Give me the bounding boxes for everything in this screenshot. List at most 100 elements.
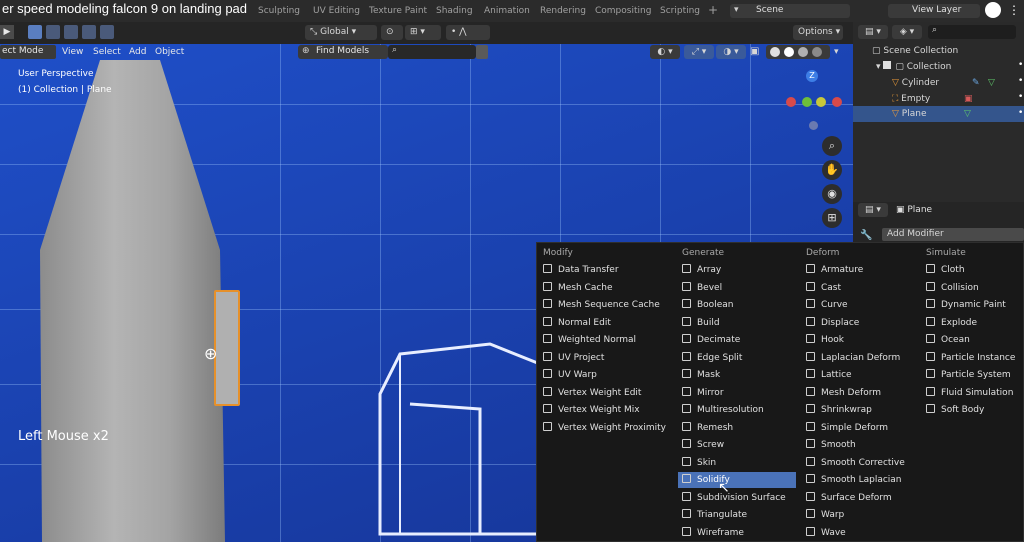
tab-texture-paint[interactable]: Texture Paint [369, 6, 427, 16]
modifier-particle-system[interactable]: Particle System [922, 367, 1018, 383]
tab-shading[interactable]: Shading [436, 6, 473, 16]
modifier-subdivision-surface[interactable]: Subdivision Surface [678, 490, 796, 506]
select-tool-icon[interactable]: ▶ [0, 25, 14, 39]
pivot-dropdown[interactable]: ⊙ [381, 25, 403, 40]
modifier-warp[interactable]: Warp [802, 507, 918, 523]
tab-uv-editing[interactable]: UV Editing [313, 6, 360, 16]
modifier-cast[interactable]: Cast [802, 280, 918, 296]
overlay-toggle[interactable]: ◑ ▾ [716, 45, 746, 59]
modifier-laplacian-deform[interactable]: Laplacian Deform [802, 350, 918, 366]
plane-fin-selected[interactable] [214, 290, 240, 406]
select-invert-icon[interactable] [82, 25, 96, 39]
outliner-editor-type[interactable]: ▤ ▾ [858, 25, 888, 39]
modifier-smooth-corrective[interactable]: Smooth Corrective [802, 455, 918, 471]
xray-toggle[interactable]: ▣ [750, 45, 762, 59]
modifier-smooth[interactable]: Smooth [802, 437, 918, 453]
gizmo-neg-z-axis[interactable] [809, 121, 818, 130]
tab-rendering[interactable]: Rendering [540, 6, 586, 16]
modifier-weighted-normal[interactable]: Weighted Normal [539, 332, 671, 348]
mode-dropdown[interactable]: ect Mode [0, 45, 56, 59]
gizmo-z-axis[interactable]: Z [806, 70, 818, 82]
modifier-triangulate[interactable]: Triangulate [678, 507, 796, 523]
select-box-icon[interactable] [28, 25, 42, 39]
modifier-uv-project[interactable]: UV Project [539, 350, 671, 366]
modifier-remesh[interactable]: Remesh [678, 420, 796, 436]
visibility-eye-icon[interactable]: • [1018, 60, 1023, 70]
modifier-screw[interactable]: Screw [678, 437, 796, 453]
modifier-shrinkwrap[interactable]: Shrinkwrap [802, 402, 918, 418]
modifier-displace[interactable]: Displace [802, 315, 918, 331]
modifier-mask[interactable]: Mask [678, 367, 796, 383]
modifier-normal-edit[interactable]: Normal Edit [539, 315, 671, 331]
modifier-multiresolution[interactable]: Multiresolution [678, 402, 796, 418]
visibility-toggle[interactable]: ◐ ▾ [650, 45, 680, 59]
visibility-eye-icon[interactable]: • [1018, 108, 1023, 118]
modifier-fluid-simulation[interactable]: Fluid Simulation [922, 385, 1018, 401]
gizmo-x-axis[interactable] [786, 97, 796, 107]
camera-icon[interactable]: ◉ [822, 184, 842, 204]
modifier-particle-instance[interactable]: Particle Instance [922, 350, 1018, 366]
outliner-item-plane[interactable]: ▽ Plane ▽ [892, 107, 971, 121]
shading-wireframe-icon[interactable] [770, 47, 780, 57]
tab-scripting[interactable]: Scripting [660, 6, 700, 16]
shading-options-dropdown[interactable]: ▾ [834, 45, 848, 59]
gizmo-toggle[interactable]: ⤢ ▾ [684, 45, 714, 59]
modifier-vertex-weight-mix[interactable]: Vertex Weight Mix [539, 402, 671, 418]
properties-editor-type[interactable]: ▤ ▾ [858, 203, 888, 217]
modifier-build[interactable]: Build [678, 315, 796, 331]
modifier-tab-wrench-icon[interactable]: 🔧 [860, 230, 872, 241]
modifier-lattice[interactable]: Lattice [802, 367, 918, 383]
snap-toggle[interactable]: ⊞ ▾ [405, 25, 441, 40]
modifier-cloth[interactable]: Cloth [922, 262, 1018, 278]
modifier-data-transfer[interactable]: Data Transfer [539, 262, 671, 278]
modifier-soft-body[interactable]: Soft Body [922, 402, 1018, 418]
modifier-array[interactable]: Array [678, 262, 796, 278]
shading-mode-group[interactable] [766, 45, 830, 59]
gizmo-neg-x-axis[interactable] [832, 97, 842, 107]
checkbox-icon[interactable] [883, 61, 892, 69]
options-dropdown[interactable]: Options ▾ [793, 25, 843, 40]
modifier-mirror[interactable]: Mirror [678, 385, 796, 401]
select-subtract-icon[interactable] [64, 25, 78, 39]
menu-select[interactable]: Select [90, 46, 124, 59]
modifier-mesh-deform[interactable]: Mesh Deform [802, 385, 918, 401]
outliner-search-input[interactable]: ⌕ [928, 25, 1016, 39]
select-extend-icon[interactable] [46, 25, 60, 39]
modifier-simple-deform[interactable]: Simple Deform [802, 420, 918, 436]
modifier-vertex-weight-edit[interactable]: Vertex Weight Edit [539, 385, 671, 401]
modifier-explode[interactable]: Explode [922, 315, 1018, 331]
modifier-wireframe[interactable]: Wireframe [678, 525, 796, 541]
select-intersect-icon[interactable] [100, 25, 114, 39]
gizmo-center[interactable] [816, 97, 826, 107]
shading-solid-icon[interactable] [784, 47, 794, 57]
modifier-wave[interactable]: Wave [802, 525, 918, 541]
more-icon[interactable]: ⋮ [1008, 2, 1022, 18]
search-expand-button[interactable] [476, 45, 488, 59]
outliner-item-empty[interactable]: ⛶ Empty ▣ [892, 92, 973, 106]
transform-orientation-dropdown[interactable]: ⤡ Global ▾ [305, 25, 377, 40]
view-layer-selector[interactable]: View Layer [888, 4, 980, 18]
find-models-search-input[interactable]: ⌕ [388, 45, 476, 59]
pan-hand-icon[interactable]: ✋ [822, 160, 842, 180]
modifier-mesh-sequence-cache[interactable]: Mesh Sequence Cache [539, 297, 671, 313]
outliner-scene-collection[interactable]: ▢ Scene Collection [872, 44, 958, 58]
grid-view-icon[interactable]: ⊞ [822, 208, 842, 228]
visibility-eye-icon[interactable]: • [1018, 76, 1023, 86]
menu-view[interactable]: View [59, 46, 86, 59]
modifier-decimate[interactable]: Decimate [678, 332, 796, 348]
outliner-collection[interactable]: ▾ ▢ Collection [876, 60, 951, 74]
add-modifier-button[interactable]: Add Modifier [882, 228, 1024, 241]
modifier-bevel[interactable]: Bevel [678, 280, 796, 296]
scene-selector[interactable]: ▾ Scene [730, 4, 850, 18]
modifier-ocean[interactable]: Ocean [922, 332, 1018, 348]
modifier-solidify[interactable]: Solidify [678, 472, 796, 488]
modifier-skin[interactable]: Skin [678, 455, 796, 471]
visibility-eye-icon[interactable]: • [1018, 92, 1023, 102]
modifier-collision[interactable]: Collision [922, 280, 1018, 296]
tab-animation[interactable]: Animation [484, 6, 530, 16]
modifier-dynamic-paint[interactable]: Dynamic Paint [922, 297, 1018, 313]
modifier-boolean[interactable]: Boolean [678, 297, 796, 313]
menu-object[interactable]: Object [152, 46, 187, 59]
find-models-dropdown[interactable]: ⊕ Find Models [298, 45, 388, 59]
modifier-uv-warp[interactable]: UV Warp [539, 367, 671, 383]
